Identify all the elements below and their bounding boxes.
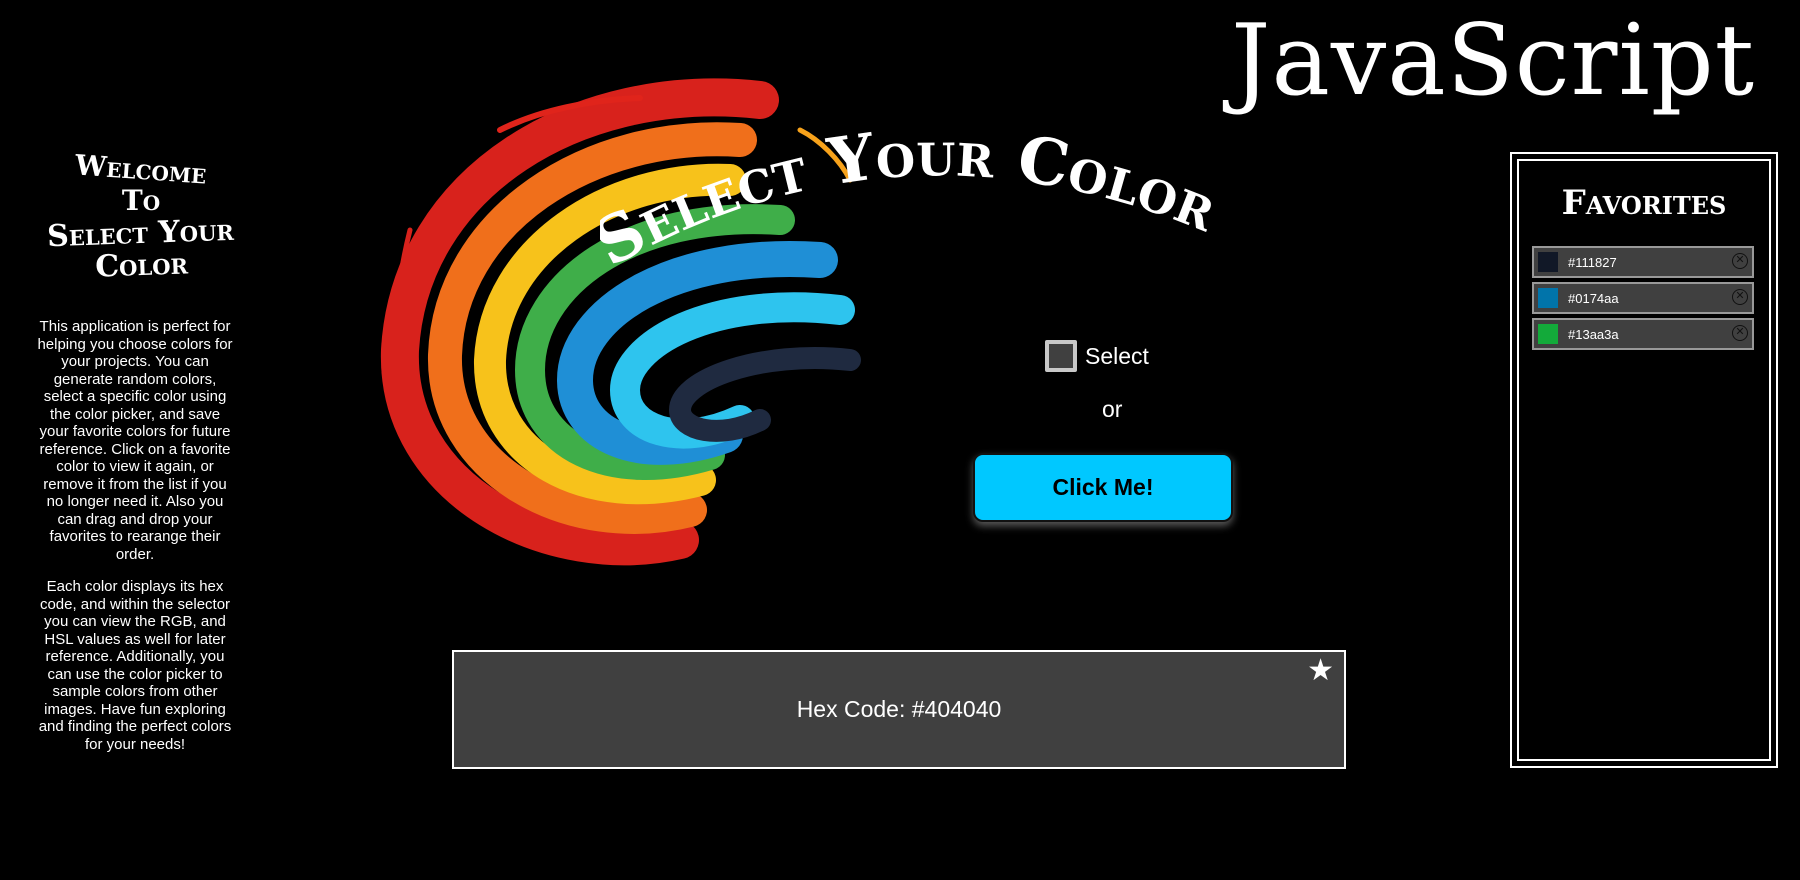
svg-text:Select Your Color: Select Your Color <box>600 118 1228 282</box>
favorites-inner-border: Favorites #111827 ✕ #0174aa ✕ #13aa3a ✕ <box>1517 159 1771 761</box>
random-color-button[interactable]: Click Me! <box>973 453 1233 522</box>
favorites-panel: Favorites #111827 ✕ #0174aa ✕ #13aa3a ✕ <box>1510 152 1778 768</box>
color-select-row: Select <box>1045 340 1149 372</box>
welcome-heading: Welcome To Select Your Color <box>0 148 282 283</box>
close-circle-icon[interactable]: ✕ <box>1732 253 1748 269</box>
hex-code-text: Hex Code: #404040 <box>796 696 1002 722</box>
welcome-description-1: This application is perfect for helping … <box>37 318 233 563</box>
favorite-hex: #0174aa <box>1568 290 1619 306</box>
color-picker-input[interactable] <box>1045 340 1077 372</box>
favorite-swatch <box>1538 252 1558 272</box>
app-page: JavaScript Welcome To Select Your Color … <box>0 0 1800 880</box>
favorite-item[interactable]: #111827 ✕ <box>1532 246 1754 278</box>
favorite-item[interactable]: #13aa3a ✕ <box>1532 318 1754 350</box>
welcome-panel: Welcome To Select Your Color <box>0 148 282 283</box>
favorites-list: #111827 ✕ #0174aa ✕ #13aa3a ✕ <box>1532 246 1754 354</box>
welcome-description-2: Each color displays its hex code, and wi… <box>38 578 232 753</box>
javascript-logo: JavaScript <box>1231 4 1755 118</box>
favorites-title: Favorites <box>1561 183 1727 223</box>
favorite-hex: #13aa3a <box>1568 326 1619 342</box>
favorite-swatch <box>1538 288 1558 308</box>
close-circle-icon[interactable]: ✕ <box>1732 289 1748 305</box>
main-title: Select Your Color <box>600 118 1228 282</box>
color-display-panel: Hex Code: #404040 ★ <box>452 650 1346 769</box>
or-label: or <box>1102 396 1123 422</box>
welcome-heading-line1: Welcome <box>74 148 208 191</box>
select-label: Select <box>1085 342 1149 369</box>
star-icon[interactable]: ★ <box>1307 656 1334 686</box>
welcome-heading-line2: To <box>121 184 161 218</box>
main-title-text: Select Your Color <box>600 118 1228 282</box>
favorite-hex: #111827 <box>1568 254 1617 270</box>
favorite-swatch <box>1538 324 1558 344</box>
welcome-heading-line3: Select Your Color <box>46 212 235 284</box>
favorite-item[interactable]: #0174aa ✕ <box>1532 282 1754 314</box>
close-circle-icon[interactable]: ✕ <box>1732 325 1748 341</box>
